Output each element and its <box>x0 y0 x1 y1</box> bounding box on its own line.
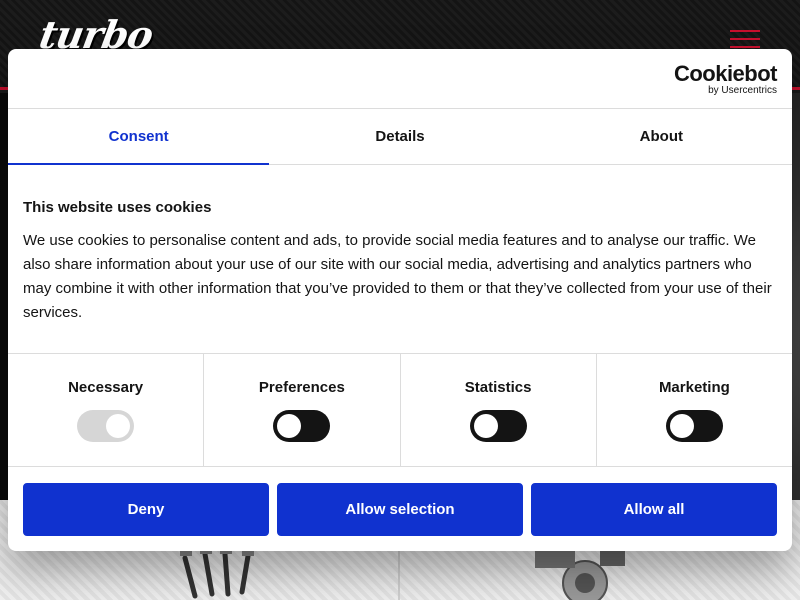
toggle-cell-necessary: Necessary <box>8 354 205 466</box>
tab-details[interactable]: Details <box>269 109 530 164</box>
toggle-cell-marketing: Marketing <box>597 354 792 466</box>
cookie-consent-dialog: Cookiebot by Usercentrics Consent Detail… <box>8 49 792 551</box>
statistics-toggle[interactable] <box>469 410 527 442</box>
consent-body: This website uses cookies We use cookies… <box>8 165 792 354</box>
necessary-toggle <box>77 410 135 442</box>
menu-icon[interactable] <box>730 30 760 50</box>
toggle-label-necessary: Necessary <box>68 379 144 396</box>
brand-name: Cookiebot <box>673 61 778 86</box>
toggle-knob <box>669 414 694 438</box>
allow-selection-button[interactable]: Allow selection <box>277 483 523 536</box>
injectors-image <box>180 548 254 599</box>
cookie-category-toggles: Necessary Preferences Statistics Marketi… <box>8 354 792 467</box>
dialog-buttons: Deny Allow selection Allow all <box>8 467 792 536</box>
allow-all-button[interactable]: Allow all <box>531 483 777 536</box>
brand-subtitle: by Usercentrics <box>708 85 777 96</box>
dialog-header: Cookiebot by Usercentrics <box>8 49 792 109</box>
toggle-cell-preferences: Preferences <box>204 354 401 466</box>
toggle-knob <box>473 414 498 438</box>
toggle-knob <box>277 414 302 438</box>
dialog-tabs: Consent Details About <box>8 109 792 165</box>
consent-title: This website uses cookies <box>23 199 212 216</box>
preferences-toggle[interactable] <box>273 410 331 442</box>
deny-button[interactable]: Deny <box>23 483 269 536</box>
toggle-knob <box>106 414 131 438</box>
marketing-toggle[interactable] <box>665 410 723 442</box>
toggle-label-preferences: Preferences <box>258 379 345 396</box>
tab-about[interactable]: About <box>531 109 792 164</box>
cookiebot-logo[interactable]: Cookiebot by Usercentrics <box>673 61 778 97</box>
toggle-label-marketing: Marketing <box>658 379 730 396</box>
tab-consent[interactable]: Consent <box>8 109 270 165</box>
toggle-label-statistics: Statistics <box>464 379 532 396</box>
turbocharger-image <box>535 550 625 600</box>
toggle-cell-statistics: Statistics <box>401 354 597 466</box>
consent-description: We use cookies to personalise content an… <box>23 232 772 321</box>
